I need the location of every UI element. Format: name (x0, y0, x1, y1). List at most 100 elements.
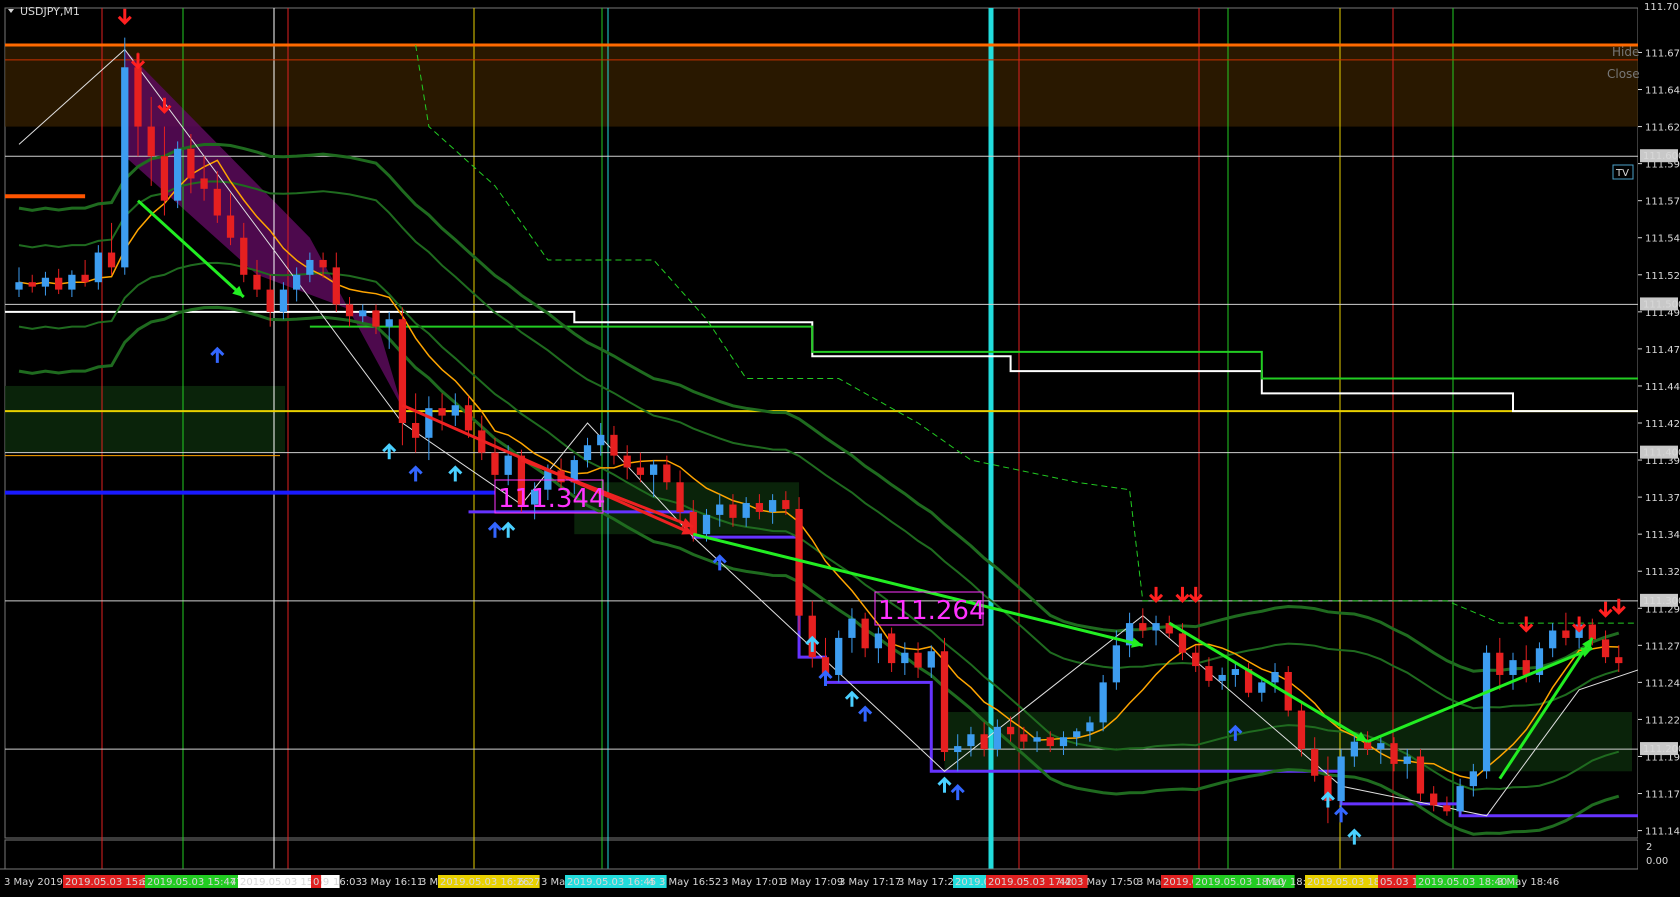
candle-body (1416, 756, 1425, 794)
candle-body (782, 500, 790, 509)
candle (68, 270, 76, 298)
green-trend-arrow-2-shaft (692, 532, 1144, 647)
time-tick-label: 3 May 17:17 (839, 877, 901, 888)
candle-body (1020, 734, 1028, 742)
candle (861, 612, 869, 658)
buy-signal-arrow-icon (1320, 791, 1335, 808)
buy-signal-arrow-icon (818, 669, 833, 686)
candle-body (319, 259, 327, 268)
candle-body (901, 652, 909, 664)
candle-body (1271, 672, 1279, 683)
candle (28, 274, 36, 293)
green-step-line (309, 325, 1638, 380)
candle (451, 393, 459, 426)
price-tick-label: 111.645 (1645, 86, 1680, 97)
candle (332, 252, 340, 312)
price-level-badge-label: 111.300 (1643, 596, 1680, 607)
candle-body (491, 452, 499, 475)
candle-body (835, 637, 843, 675)
price-tick-label: 111.520 (1645, 271, 1680, 282)
buy-signal-arrow-icon (844, 690, 860, 707)
candle (1509, 652, 1517, 690)
candle (1139, 608, 1147, 638)
symbol-label: USDJPY,M1 (20, 5, 80, 18)
candle-body (940, 651, 949, 753)
time-tick-label: 2019.05.03 18:40 (1418, 877, 1507, 888)
candle (1165, 615, 1173, 638)
time-tick-label: 2019.05.03 16:26 (440, 877, 529, 888)
dashed-trailing-stop (415, 44, 1638, 624)
candle-body (1152, 623, 1160, 631)
price-box-111264-label: 111.264 (878, 596, 986, 626)
candle-body (623, 455, 631, 468)
candle (1562, 612, 1570, 646)
price-box-111344-label: 111.344 (498, 484, 606, 514)
candle-body (1390, 743, 1398, 764)
candle-body (240, 237, 248, 275)
candle-body (134, 67, 142, 127)
candle (279, 282, 288, 320)
candle-body (1139, 623, 1147, 631)
candle-body (1258, 682, 1266, 693)
candle-body (266, 289, 274, 312)
candle-body (874, 633, 883, 649)
candle-body (253, 274, 261, 290)
candle-body (636, 467, 645, 475)
time-tick-label: 2019.0 (1163, 877, 1198, 888)
time-tick-label: 3 May 17:26 (898, 877, 960, 888)
candle-body (649, 464, 658, 475)
price-chart[interactable]: 111.344 111.264 111.670 111.645 111.620 111.… (0, 0, 1680, 897)
close-button[interactable]: Close (1607, 67, 1640, 81)
candle-body (1059, 737, 1068, 747)
candle (1615, 645, 1623, 672)
green-band-lower (18, 261, 1620, 791)
mt4-chart-window[interactable]: 111.344 111.264 111.670 111.645 111.620 111.… (0, 0, 1680, 897)
candle (1416, 749, 1425, 801)
candle-body (742, 503, 750, 518)
price-level-badge-label: 111.400 (1643, 448, 1680, 459)
candle-body (676, 482, 684, 512)
green-trend-arrow-2 (692, 532, 1144, 648)
price-tick-label: 111.220 (1645, 715, 1680, 726)
price-level-badge-label: 111.500 (1643, 299, 1680, 310)
time-tick-label: 3 May 17:09 (781, 877, 843, 888)
price-tick-label: 111.470 (1645, 345, 1680, 356)
time-tick-label: 0 (313, 877, 319, 888)
candle-body (980, 734, 988, 750)
candle-body (174, 148, 182, 201)
candle-body (583, 445, 592, 461)
time-tick-label: 3 May 16:11 (361, 877, 423, 888)
candle-body (28, 282, 36, 287)
candle-body (1562, 630, 1570, 638)
candle-body (1297, 710, 1306, 750)
candle-body (187, 148, 195, 179)
price-level-badge-label: 111.200 (1643, 744, 1680, 755)
price-top-label: 111.70 (1644, 2, 1679, 13)
candle-body (279, 289, 288, 312)
candle-body (1099, 682, 1107, 723)
candle (1297, 701, 1306, 757)
candle-body (1482, 652, 1491, 772)
price-tick-label: 111.320 (1645, 567, 1680, 578)
time-tick-label: 3 May 17:01 (722, 877, 784, 888)
candle (1482, 645, 1491, 779)
candle-body (68, 274, 76, 290)
price-tick-label: 111.545 (1645, 234, 1680, 245)
candle-body (345, 304, 354, 317)
candle-body (1006, 726, 1015, 735)
hide-button[interactable]: Hide (1612, 45, 1639, 59)
candle-body (729, 504, 737, 518)
candle-body (887, 633, 896, 664)
symbol-dropdown-icon[interactable] (8, 9, 14, 13)
candle-body (1522, 660, 1530, 675)
price-level-badge-label: 111.600 (1643, 151, 1680, 162)
candle-body (372, 310, 380, 327)
candle-body (1443, 805, 1451, 812)
candle-body (702, 514, 711, 535)
candle-body (716, 504, 724, 515)
candle-body (425, 408, 433, 438)
candle-body (1112, 645, 1121, 683)
candle-body (967, 734, 975, 747)
candle-body (993, 726, 1002, 750)
candle-body (1363, 741, 1372, 750)
